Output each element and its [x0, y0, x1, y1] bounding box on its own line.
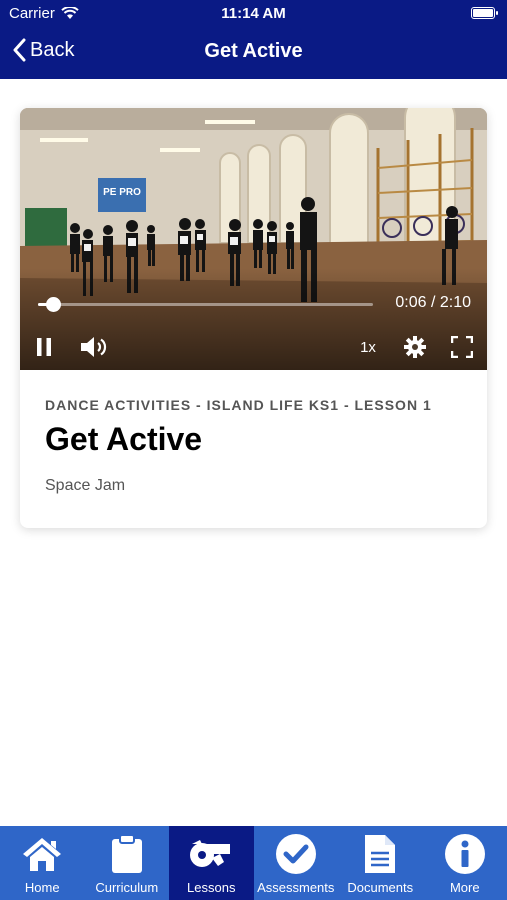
tab-lessons-label: Lessons — [187, 880, 236, 895]
status-time: 11:14 AM — [221, 5, 286, 22]
tab-more[interactable]: More — [423, 826, 507, 900]
tab-assessments[interactable]: Assessments — [254, 826, 339, 900]
lesson-breadcrumb: DANCE ACTIVITIES - ISLAND LIFE KS1 - LES… — [45, 397, 432, 413]
video-scrubber-handle[interactable] — [46, 297, 62, 312]
tab-assessments-label: Assessments — [257, 880, 335, 895]
lesson-title: Get Active — [45, 421, 203, 457]
pause-button[interactable] — [34, 336, 54, 358]
volume-icon — [81, 337, 107, 357]
video-progress-bar[interactable] — [38, 297, 373, 312]
tab-home[interactable]: Home — [0, 826, 85, 900]
playback-speed-button[interactable]: 1x — [356, 336, 380, 358]
battery-icon — [471, 7, 498, 19]
tab-curriculum-label: Curriculum — [95, 880, 159, 895]
lesson-card: PE PRO 0:06 / 2:10 1x DANCE ACTIVITIES -… — [20, 108, 487, 528]
pause-icon — [37, 338, 51, 356]
checkmark-circle-icon — [275, 834, 316, 874]
settings-button[interactable] — [403, 335, 427, 359]
gear-icon — [404, 336, 426, 358]
info-icon — [444, 834, 485, 874]
tab-curriculum[interactable]: Curriculum — [85, 826, 170, 900]
fullscreen-button[interactable] — [450, 335, 474, 359]
home-icon — [23, 838, 62, 871]
volume-button[interactable] — [78, 335, 110, 359]
page-title: Get Active — [204, 40, 303, 62]
document-icon — [365, 835, 396, 873]
tab-documents[interactable]: Documents — [338, 826, 423, 900]
playback-speed-label: 1x — [360, 338, 376, 356]
video-player[interactable]: PE PRO 0:06 / 2:10 1x — [20, 108, 487, 370]
tab-documents-label: Documents — [347, 880, 414, 895]
app-screen: Carrier 11:14 AM Back Get Active PE PRO … — [0, 0, 507, 900]
video-time-readout: 0:06 / 2:10 — [395, 294, 471, 311]
whistle-icon — [190, 840, 231, 867]
lesson-details: DANCE ACTIVITIES - ISLAND LIFE KS1 - LES… — [45, 397, 465, 495]
status-bar: Carrier 11:14 AM — [0, 0, 507, 28]
fullscreen-icon — [451, 336, 473, 358]
navigation-bar: Back Get Active — [0, 28, 507, 79]
clipboard-icon — [111, 834, 142, 873]
top-bar: Carrier 11:14 AM Back Get Active — [0, 0, 507, 79]
tab-home-label: Home — [24, 880, 60, 895]
bottom-tab-bar: Home Curriculum Lessons Assessments Docu… — [0, 826, 507, 900]
tab-more-label: More — [449, 880, 480, 895]
lesson-subtitle: Space Jam — [45, 477, 126, 494]
video-controls: 0:06 / 2:10 1x — [20, 108, 487, 370]
tab-lessons[interactable]: Lessons — [169, 826, 254, 900]
